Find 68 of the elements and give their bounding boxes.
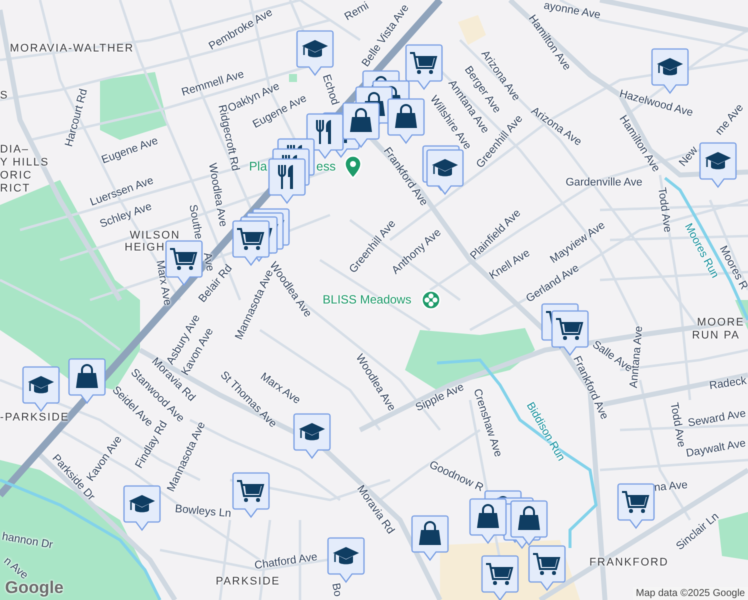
neighborhood-label: -PARKSIDE xyxy=(0,412,70,424)
shopping-cart-icon xyxy=(170,248,198,270)
street-label: ayonne Ave xyxy=(542,0,602,22)
shopping-cart-icon xyxy=(622,491,650,513)
street-label: Seward Ave xyxy=(687,408,747,430)
fork-and-knife-icon xyxy=(316,119,331,145)
street-label: Sipple Ave xyxy=(414,381,466,415)
shopping-bag-icon xyxy=(395,104,417,128)
shopping-bag-icon xyxy=(477,504,499,528)
shopping-cart-icon xyxy=(237,480,264,502)
neighborhood-label: MOORE xyxy=(697,316,745,330)
graduation-cap-icon xyxy=(129,495,155,512)
shopping-cart-icon xyxy=(486,563,514,585)
graduation-cap-icon xyxy=(432,159,458,176)
grocery-marker[interactable] xyxy=(481,555,519,600)
street-label: Daywalt Ave xyxy=(685,437,747,461)
graduation-cap-icon xyxy=(299,423,325,440)
graduation-cap-icon xyxy=(705,152,731,170)
shopping-cart-icon xyxy=(237,228,264,250)
location-pin-icon[interactable] xyxy=(343,155,363,179)
neighborhood-label: Y HILLS xyxy=(0,156,50,170)
neighborhood-label: PARKSIDE xyxy=(216,576,280,588)
park-area xyxy=(100,72,168,140)
street-label: Harcourt Rd xyxy=(63,88,91,148)
park-area xyxy=(718,512,748,560)
graduation-cap-icon xyxy=(657,58,683,76)
fork-and-knife-icon xyxy=(278,164,293,190)
shopping-cart-icon xyxy=(533,553,560,575)
neighborhood-label: S xyxy=(0,90,9,102)
neighborhood-label: MORAVIA-WALTHER xyxy=(10,42,134,56)
shopping-bag-icon xyxy=(419,521,441,545)
street-label: Radeck xyxy=(708,374,748,394)
street-label: me Ave xyxy=(713,102,747,138)
street-label: hannon Dr xyxy=(0,530,54,552)
street-label: Gardenville Ave xyxy=(566,176,642,190)
park-label: BLISS Meadows xyxy=(322,294,412,306)
shopping-cart-icon xyxy=(556,318,584,340)
neighborhood-label: RICT xyxy=(0,182,30,196)
park-area xyxy=(289,74,297,82)
shopping-bag-icon xyxy=(76,364,98,388)
graduation-cap-icon xyxy=(333,547,359,564)
street-label: Bo xyxy=(328,582,344,598)
street-label: Todd Ave xyxy=(654,186,674,234)
street-label: Todd Ave xyxy=(666,402,688,448)
neighborhood-label: WILSON xyxy=(130,230,180,242)
street-label: Chatford Ave xyxy=(254,551,318,573)
neighborhood-label: FRANKFORD xyxy=(589,556,669,570)
street-label: Eugene Ave xyxy=(100,134,160,168)
street-label: Marx Ave xyxy=(152,259,174,307)
graduation-cap-icon xyxy=(302,40,328,58)
street-label: Southe xyxy=(186,204,204,240)
commercial-area xyxy=(458,15,486,45)
street-label: Echod xyxy=(319,73,341,107)
shopping-bag-icon xyxy=(350,108,372,132)
place-label: Pla xyxy=(248,160,268,174)
neighborhood-label: DIA– xyxy=(0,144,30,156)
neighborhood-label: ORIC xyxy=(0,170,32,182)
street-label: na Ave xyxy=(654,479,688,495)
neighborhood-label: HEIGH xyxy=(124,242,166,254)
flower-icon[interactable] xyxy=(421,290,441,310)
graduation-cap-icon xyxy=(28,376,54,394)
street-label: Woodlea Ave xyxy=(205,162,229,228)
place-label: ess xyxy=(316,160,336,174)
street-label: Ave xyxy=(200,252,216,272)
shopping-cart-icon xyxy=(410,52,438,74)
neighborhood-label: RUN PA xyxy=(692,330,740,342)
street-label: Bowleys Ln xyxy=(174,503,232,521)
shopping-bag-icon xyxy=(518,506,540,530)
